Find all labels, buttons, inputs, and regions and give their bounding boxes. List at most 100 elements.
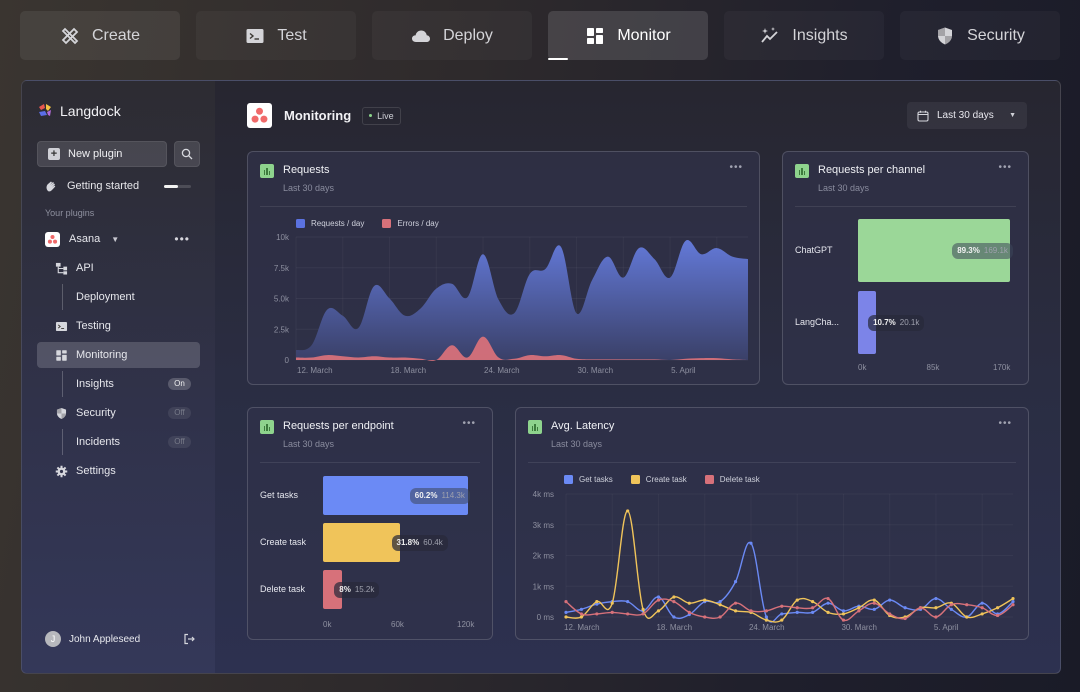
card-menu-icon[interactable]: ••• — [998, 162, 1012, 173]
legend-item[interactable]: Get tasks — [564, 475, 613, 484]
sidebar-item-settings[interactable]: Settings — [37, 458, 200, 484]
bar-chart-icon — [795, 164, 809, 178]
legend-label: Get tasks — [579, 475, 613, 484]
requests-area-chart: 0 2.5k 5.0k 7.5k 10k 12. March 18. March 24. Ma… — [274, 233, 748, 375]
date-range-dropdown[interactable]: Last 30 days ▼ — [907, 102, 1027, 129]
avatar: J — [45, 631, 61, 647]
sidebar-item-incidents[interactable]: Incidents Off — [37, 429, 200, 455]
bar-value-label: 60.2% 114.3k — [409, 487, 470, 504]
plugin-name: Asana — [69, 233, 101, 245]
y-tick-label: 2.5k — [274, 325, 290, 334]
legend-item[interactable]: Delete task — [704, 475, 760, 484]
langdock-logo-icon — [39, 104, 51, 116]
x-tick-label: 170k — [993, 363, 1011, 372]
sidebar-item-label: Monitoring — [76, 349, 128, 361]
tab-insights[interactable]: Insights — [724, 11, 884, 60]
y-tick-label: 5.0k — [274, 295, 290, 304]
data-point — [672, 600, 676, 604]
logout-icon[interactable] — [183, 633, 195, 645]
sidebar-item-api[interactable]: API — [37, 255, 200, 281]
data-point — [641, 607, 645, 611]
sidebar-item-testing[interactable]: Testing — [37, 313, 200, 339]
tab-label: Create — [91, 26, 141, 44]
data-point — [795, 610, 799, 614]
sidebar-item-insights[interactable]: Insights On — [37, 371, 200, 397]
data-point — [811, 610, 815, 614]
page-header: Monitoring Live — [247, 103, 401, 128]
data-point — [764, 609, 768, 613]
shield-icon — [56, 407, 66, 419]
data-point — [718, 600, 722, 604]
data-point — [733, 609, 738, 613]
legend-item[interactable]: Errors / day — [382, 219, 439, 228]
status-toggle[interactable]: Off — [168, 407, 191, 419]
legend-swatch — [630, 475, 640, 484]
data-point — [610, 601, 614, 605]
tab-monitor[interactable]: Monitor — [548, 11, 708, 60]
data-point — [795, 606, 799, 610]
tab-test[interactable]: Test — [196, 11, 356, 60]
plugin-selector-asana[interactable]: Asana ▼ ••• — [37, 226, 200, 252]
data-point — [841, 612, 846, 616]
sidebar-item-deployment[interactable]: Deployment — [37, 284, 200, 310]
legend-item[interactable]: Requests / day — [296, 219, 364, 228]
divider — [260, 462, 480, 463]
data-point — [888, 598, 892, 602]
legend-label: Create task — [645, 475, 687, 484]
bar-category-label: Create task — [260, 536, 307, 547]
y-tick-label: 3k ms — [533, 521, 554, 530]
data-point — [949, 607, 953, 611]
sidebar-item-label: Testing — [76, 320, 111, 332]
search-button[interactable] — [174, 141, 200, 167]
tab-label: Insights — [792, 26, 848, 44]
bar-value-label: 10.7% 20.1k — [868, 314, 925, 331]
new-plugin-button[interactable]: + New plugin — [37, 141, 167, 167]
chevron-down-icon[interactable]: ▼ — [111, 235, 119, 244]
x-tick-label: 120k — [457, 620, 475, 629]
tab-deploy[interactable]: Deploy — [372, 11, 532, 60]
card-menu-icon[interactable]: ••• — [462, 418, 476, 429]
dashboard-icon — [587, 27, 604, 44]
your-plugins-label: Your plugins — [45, 208, 95, 218]
tab-create[interactable]: Create — [20, 11, 180, 60]
sidebar-item-label: Incidents — [76, 436, 121, 448]
card-title: Requests per channel — [818, 164, 926, 176]
x-tick-label: 85k — [926, 363, 940, 372]
data-point — [764, 618, 768, 622]
sidebar-item-monitoring[interactable]: Monitoring — [37, 342, 200, 368]
data-point — [626, 509, 630, 513]
sidebar-item-security[interactable]: Security Off — [37, 400, 200, 426]
tab-label: Test — [277, 26, 307, 44]
area-series-requests — [296, 240, 748, 360]
data-point — [672, 615, 676, 619]
bar[interactable] — [323, 523, 400, 562]
data-point — [965, 603, 969, 607]
data-point — [934, 615, 938, 619]
main-content: Monitoring Live Last 30 days ▼ Requests … — [215, 81, 1060, 673]
data-point — [656, 609, 661, 613]
data-point — [918, 606, 923, 610]
x-tick-label: 18. March — [391, 366, 427, 375]
status-toggle[interactable]: On — [168, 378, 191, 390]
legend-swatch — [704, 475, 714, 484]
asana-logo-icon — [247, 103, 272, 128]
data-point — [641, 612, 645, 616]
requests-card: Requests Last 30 days ••• 0 2.5k 5.0k 7.5k 1… — [247, 151, 760, 385]
data-point — [703, 615, 707, 619]
legend-swatch — [382, 219, 392, 228]
getting-started-item[interactable]: Getting started — [37, 178, 200, 194]
data-point — [687, 601, 691, 605]
data-point — [687, 610, 691, 614]
tab-security[interactable]: Security — [900, 11, 1060, 60]
legend-item[interactable]: Create task — [630, 475, 687, 484]
data-point — [857, 609, 861, 613]
status-toggle[interactable]: Off — [168, 436, 191, 448]
x-tick-label: 0k — [858, 363, 867, 372]
terminal-icon — [55, 321, 67, 331]
top-tab-bar: Create Test Deploy Monitor Insights Security — [20, 11, 1080, 61]
data-point — [1011, 596, 1015, 601]
more-options-icon[interactable]: ••• — [174, 232, 190, 246]
bar-category-label: Get tasks — [260, 489, 299, 500]
data-point — [718, 615, 722, 619]
requests-per-channel-card: Requests per channel Last 30 days ••• Ch… — [782, 151, 1029, 385]
